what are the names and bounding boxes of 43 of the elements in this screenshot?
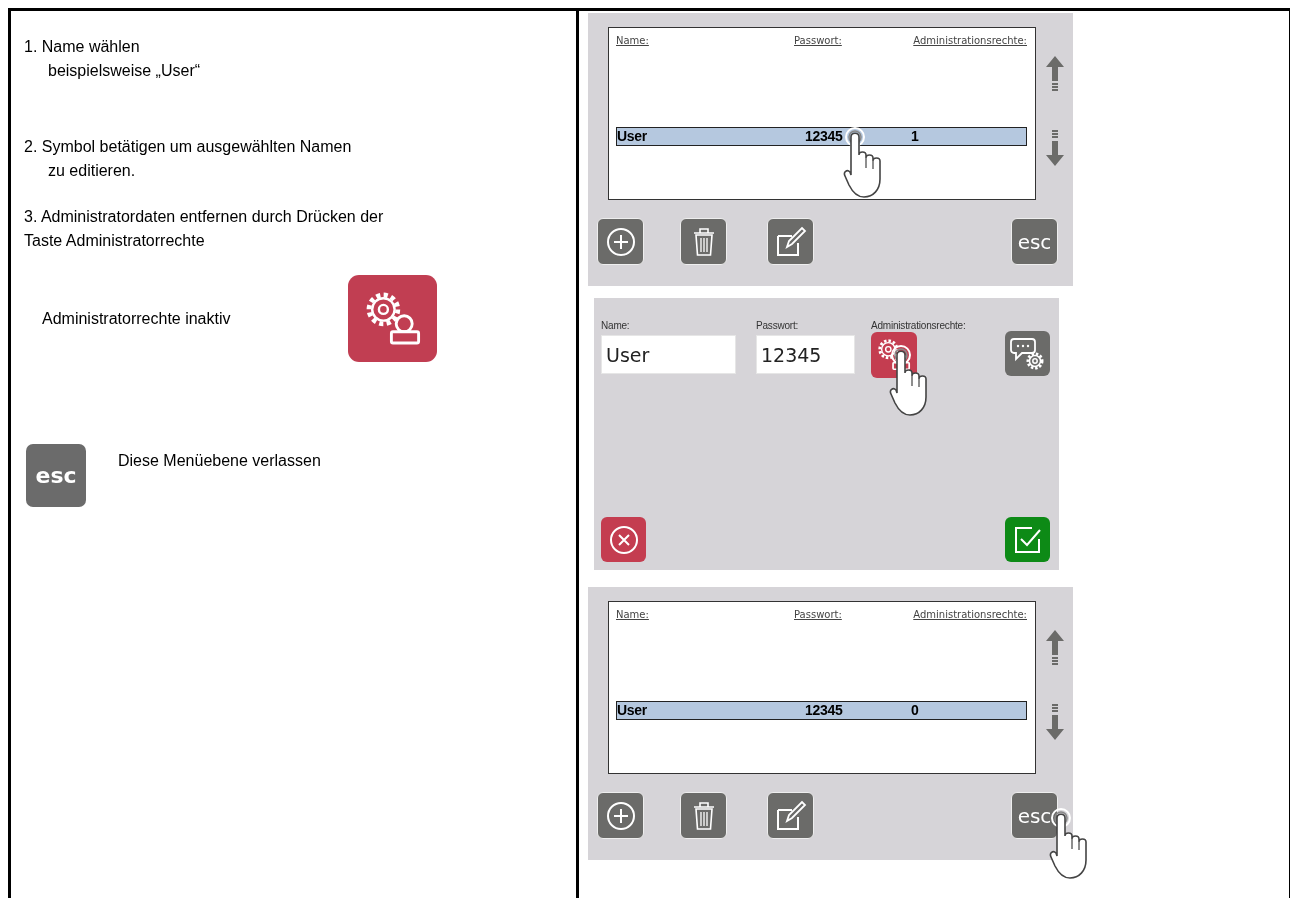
- field-label: Administrationsrechte:: [871, 320, 966, 331]
- table-cell-text: 1: [910, 128, 920, 145]
- close-circle-icon: [607, 523, 640, 556]
- column-header: Passwort:: [794, 35, 843, 46]
- delete-button[interactable]: [680, 218, 727, 265]
- column-header: Administrationsrechte:: [913, 609, 1027, 620]
- table-cell-text: User: [617, 128, 648, 145]
- user-row[interactable]: User 12345 0: [616, 701, 1027, 720]
- edit-button[interactable]: [767, 218, 814, 265]
- input-field[interactable]: 12345: [756, 335, 855, 374]
- step-instruction: 1. Name wählen beispielsweise „User“: [24, 37, 202, 81]
- scroll-up-icon[interactable]: [1044, 629, 1066, 667]
- chat-gear-button[interactable]: [1005, 331, 1050, 376]
- table-cell-text: 12345: [804, 128, 844, 145]
- add-button[interactable]: [597, 792, 644, 839]
- table-cell-text: 12345: [804, 702, 844, 719]
- scroll-down-icon[interactable]: [1044, 703, 1066, 741]
- esc-button[interactable]: esc: [1011, 218, 1058, 265]
- step-instruction: 2. Symbol betätigen um ausgewählten Namen zu editieren.: [24, 137, 353, 181]
- column-header: Name:: [616, 35, 650, 46]
- user-row[interactable]: User 12345 1: [616, 127, 1027, 146]
- column-header: Passwort:: [794, 609, 843, 620]
- confirm-button[interactable]: [1005, 517, 1050, 562]
- table-cell-text: 0: [910, 702, 920, 719]
- input-field[interactable]: User: [601, 335, 736, 374]
- column-header: Name:: [616, 609, 650, 620]
- column-header: Administrationsrechte:: [913, 35, 1027, 46]
- checkbox-tick-icon: [1012, 524, 1043, 555]
- legend-text: Administratorrechte inaktiv: [42, 309, 232, 328]
- plus-circle-icon: [604, 225, 637, 258]
- add-button[interactable]: [597, 218, 644, 265]
- field-label: Passwort:: [756, 320, 800, 331]
- scroll-up-icon[interactable]: [1044, 55, 1066, 93]
- legend-text: Diese Menüebene verlassen: [118, 452, 321, 470]
- plus-circle-icon: [604, 799, 637, 832]
- field-label: Name:: [601, 320, 631, 331]
- step-instruction: 3. Administratordaten entfernen durch Drücken der Taste Administratorrechte: [24, 207, 385, 251]
- table-cell-text: User: [617, 702, 648, 719]
- edit-button[interactable]: [767, 792, 814, 839]
- cancel-button[interactable]: [601, 517, 646, 562]
- scroll-down-icon[interactable]: [1044, 129, 1066, 167]
- esc-button[interactable]: esc: [1011, 792, 1058, 839]
- delete-button[interactable]: [680, 792, 727, 839]
